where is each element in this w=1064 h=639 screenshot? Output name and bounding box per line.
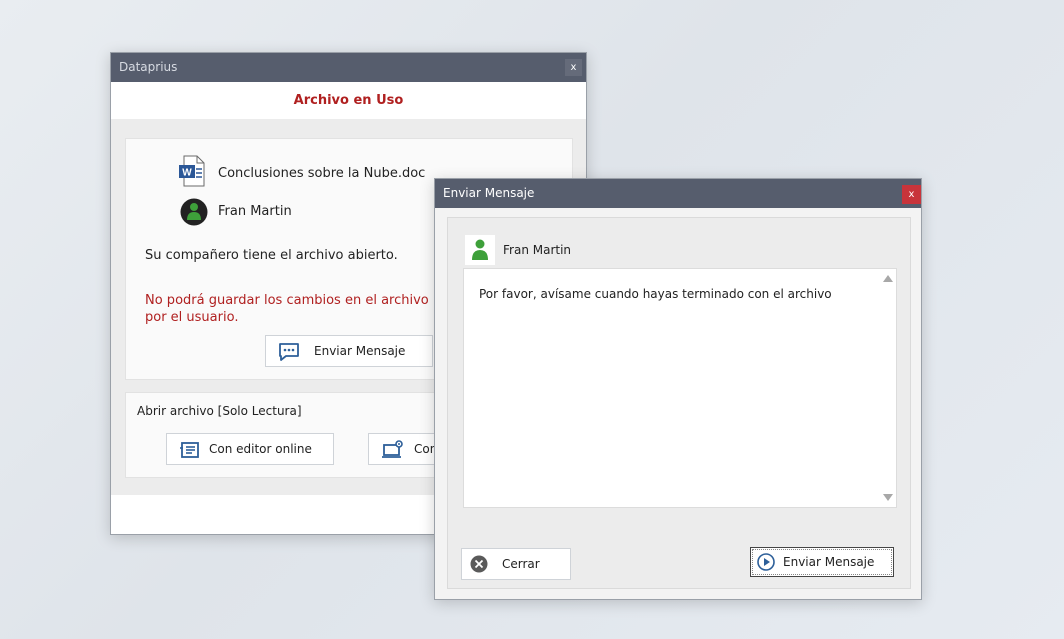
scrollbar[interactable] bbox=[880, 269, 896, 507]
scroll-up-icon[interactable] bbox=[883, 275, 893, 282]
read-only-label: Abrir archivo [Solo Lectura] bbox=[137, 404, 302, 418]
message-panel: Fran Martin Por favor, avísame cuando ha… bbox=[447, 217, 911, 589]
message-textarea[interactable]: Por favor, avísame cuando hayas terminad… bbox=[463, 268, 897, 508]
file-open-info: Su compañero tiene el archivo abierto. bbox=[145, 248, 398, 263]
warning-message: No podrá guardar los cambios en el archi… bbox=[145, 292, 465, 326]
svg-text:W: W bbox=[182, 168, 192, 179]
user-avatar-icon bbox=[180, 198, 208, 230]
close-label: Cerrar bbox=[502, 557, 540, 571]
dialog-heading: Archivo en Uso bbox=[293, 93, 404, 108]
title-bar[interactable]: Dataprius x bbox=[111, 53, 586, 82]
send-message-label: Enviar Mensaje bbox=[314, 344, 406, 358]
close-dialog-button[interactable]: x bbox=[902, 185, 921, 204]
warning-line-1: No podrá guardar los cambios en el archi… bbox=[145, 293, 466, 308]
recipient-name: Fran Martin bbox=[503, 243, 572, 257]
word-document-icon: W bbox=[178, 155, 206, 191]
scroll-down-icon[interactable] bbox=[883, 494, 893, 501]
online-editor-label: Con editor online bbox=[209, 442, 312, 456]
close-button[interactable]: Cerrar bbox=[461, 548, 571, 580]
file-name: Conclusiones sobre la Nube.doc bbox=[218, 166, 426, 181]
desktop-editor-icon bbox=[381, 439, 405, 465]
user-icon bbox=[470, 238, 490, 266]
close-window-button[interactable]: x bbox=[565, 59, 582, 76]
send-message-button[interactable]: Enviar Mensaje bbox=[265, 335, 433, 367]
online-editor-icon bbox=[179, 440, 201, 464]
chat-bubble-icon bbox=[278, 342, 300, 366]
recipient-avatar bbox=[465, 235, 495, 265]
send-message-button[interactable]: Enviar Mensaje bbox=[750, 547, 894, 577]
close-circle-icon bbox=[470, 555, 488, 577]
play-circle-icon bbox=[757, 553, 775, 575]
send-message-dialog: Enviar Mensaje x Fran Martin Por favor, … bbox=[434, 178, 922, 600]
online-editor-button[interactable]: Con editor online bbox=[166, 433, 334, 465]
title-bar[interactable]: Enviar Mensaje x bbox=[435, 179, 921, 208]
warning-line-2: por el usuario. bbox=[145, 310, 239, 325]
user-name: Fran Martin bbox=[218, 204, 292, 219]
dialog-title: Enviar Mensaje bbox=[443, 186, 535, 200]
message-text: Por favor, avísame cuando hayas terminad… bbox=[479, 287, 832, 301]
send-message-label: Enviar Mensaje bbox=[783, 555, 875, 569]
window-title: Dataprius bbox=[119, 60, 178, 74]
